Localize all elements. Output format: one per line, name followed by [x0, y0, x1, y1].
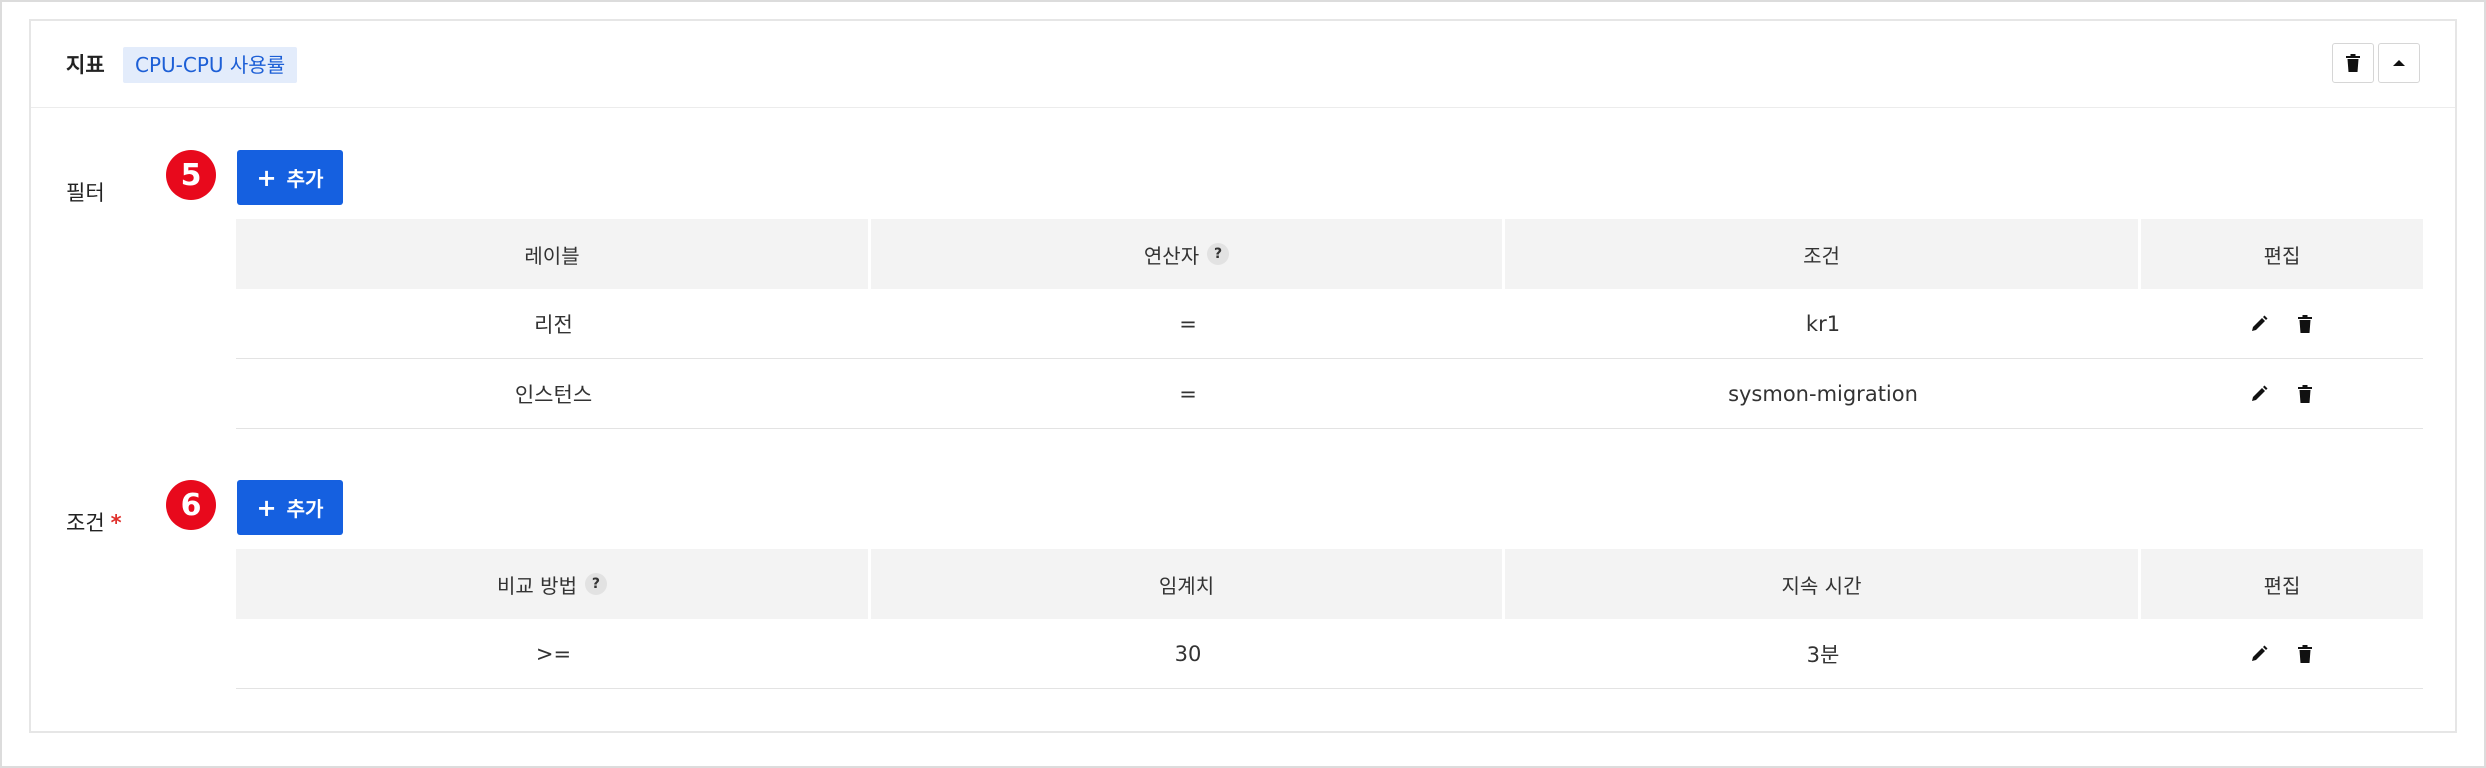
pencil-icon	[2252, 645, 2268, 661]
column-header-duration: 지속 시간	[1505, 549, 2141, 619]
delete-row-button[interactable]	[2294, 643, 2316, 665]
required-mark: *	[110, 511, 122, 535]
table-row: 인스턴스 = sysmon-migration	[236, 359, 2423, 429]
add-condition-button[interactable]: + 추가	[237, 480, 343, 535]
column-header-text: 연산자	[1143, 243, 1200, 268]
table-row: 리전 = kr1	[236, 289, 2423, 359]
edit-row-button[interactable]	[2248, 383, 2270, 405]
plus-icon: +	[256, 163, 277, 192]
column-header-label: 레이블	[236, 219, 871, 289]
plus-icon: +	[256, 493, 277, 522]
window-frame: 지표 CPU-CPU 사용률 필터 5 + 추가 레이블 연산자? 조건 편집	[0, 0, 2486, 768]
trash-icon	[2346, 54, 2360, 72]
column-header-text: 지속 시간	[1781, 573, 1862, 598]
caret-up-icon	[2393, 60, 2405, 66]
trash-icon	[2298, 644, 2312, 663]
add-filter-button[interactable]: + 추가	[237, 150, 343, 205]
column-header-text: 편집	[2263, 243, 2301, 268]
help-icon[interactable]: ?	[1207, 243, 1230, 265]
column-header-comparison: 비교 방법?	[236, 549, 871, 619]
row-edit-actions	[2141, 289, 2423, 358]
row-label: 인스턴스	[514, 382, 593, 407]
delete-row-button[interactable]	[2294, 383, 2316, 405]
column-header-threshold: 임계치	[871, 549, 1505, 619]
column-header-text: 비교 방법	[497, 573, 577, 598]
collapse-panel-button[interactable]	[2378, 43, 2420, 83]
metric-chip[interactable]: CPU-CPU 사용률	[123, 47, 298, 83]
row-operator: =	[1179, 311, 1197, 336]
pencil-icon	[2252, 385, 2268, 401]
column-header-text: 임계치	[1158, 573, 1215, 598]
delete-row-button[interactable]	[2294, 313, 2316, 335]
condition-table-header: 비교 방법? 임계치 지속 시간 편집	[236, 549, 2423, 619]
row-condition: sysmon-migration	[1728, 381, 1918, 406]
metric-label: 지표	[66, 53, 105, 77]
row-edit-actions	[2141, 359, 2423, 428]
add-condition-label: 추가	[286, 497, 324, 521]
trash-icon	[2298, 314, 2312, 333]
row-threshold: 30	[1174, 641, 1202, 666]
condition-table: 비교 방법? 임계치 지속 시간 편집 >= 30 3분	[236, 549, 2423, 689]
metric-panel: 지표 CPU-CPU 사용률 필터 5 + 추가 레이블 연산자? 조건 편집	[29, 19, 2457, 733]
delete-panel-button[interactable]	[2332, 43, 2374, 83]
help-icon[interactable]: ?	[584, 573, 607, 595]
filter-section-label: 필터	[66, 181, 105, 205]
row-edit-actions	[2141, 619, 2423, 688]
column-header-edit: 편집	[2141, 549, 2423, 619]
condition-label-text: 조건	[66, 511, 105, 535]
row-condition: kr1	[1805, 311, 1841, 336]
row-duration: 3분	[1806, 642, 1840, 667]
row-label: 리전	[534, 312, 573, 337]
column-header-text: 레이블	[524, 243, 580, 268]
column-header-text: 편집	[2263, 573, 2301, 598]
row-comparison: >=	[535, 641, 572, 666]
filter-table: 레이블 연산자? 조건 편집 리전 = kr1 인스턴스 = sysmon-mi…	[236, 219, 2423, 429]
trash-icon	[2298, 384, 2312, 403]
column-header-operator: 연산자?	[871, 219, 1505, 289]
column-header-condition: 조건	[1505, 219, 2141, 289]
condition-section-label: 조건 *	[66, 509, 122, 537]
column-header-edit: 편집	[2141, 219, 2423, 289]
edit-row-button[interactable]	[2248, 643, 2270, 665]
step-badge-5: 5	[166, 150, 216, 200]
step-badge-6: 6	[166, 480, 216, 530]
panel-header: 지표 CPU-CPU 사용률	[31, 21, 2455, 108]
row-operator: =	[1179, 381, 1197, 406]
table-row: >= 30 3분	[236, 619, 2423, 689]
column-header-text: 조건	[1803, 243, 1840, 268]
add-filter-label: 추가	[286, 167, 324, 191]
pencil-icon	[2252, 315, 2268, 331]
edit-row-button[interactable]	[2248, 313, 2270, 335]
filter-table-header: 레이블 연산자? 조건 편집	[236, 219, 2423, 289]
